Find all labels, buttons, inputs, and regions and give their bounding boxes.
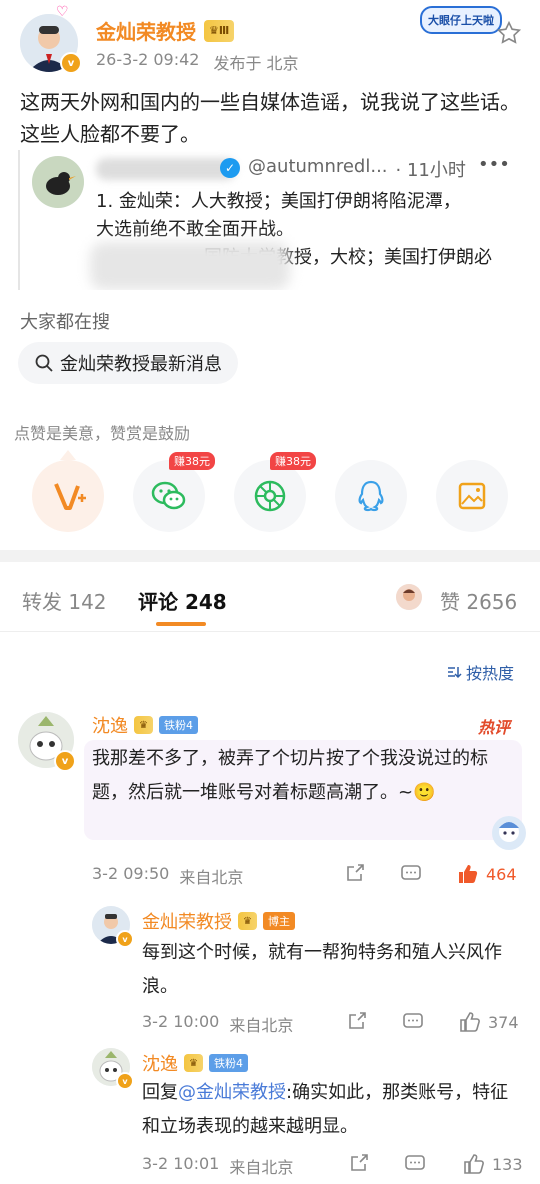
more-icon[interactable]: •••: [478, 154, 510, 175]
quoted-handle: @autumnredl...: [248, 156, 388, 177]
reply-location: 来自北京: [229, 1158, 294, 1177]
search-chip[interactable]: 金灿荣教授最新消息: [18, 342, 238, 384]
reply-author[interactable]: 金灿荣教授: [142, 908, 232, 934]
reply-time: 3-2 10:00: [142, 1012, 220, 1031]
tab-divider: [0, 631, 540, 632]
like-button[interactable]: 374: [458, 1010, 519, 1034]
sticker-badge: 大眼仔上天啦: [420, 6, 502, 34]
save-image-icon: [458, 482, 486, 510]
tab-repost[interactable]: 转发 142: [22, 586, 107, 615]
comment-icon: [403, 1013, 423, 1028]
comment-icon: [401, 865, 421, 880]
comment-time: 3-2 09:50: [92, 864, 170, 883]
quoted-verified-icon: ✓: [220, 158, 240, 178]
thumb-up-icon: [460, 1012, 480, 1032]
share-qq-button[interactable]: [335, 460, 407, 532]
search-icon: [35, 354, 53, 372]
quoted-avatar: [32, 156, 84, 208]
quoted-line-1: 1. 金灿荣：人大教授；美国打伊朗将陷泥潭，: [96, 191, 461, 212]
sort-icon: [448, 667, 462, 679]
like-button[interactable]: 464: [456, 862, 517, 886]
like-count: 464: [486, 864, 517, 884]
post-author-name[interactable]: 金灿荣教授: [96, 16, 196, 45]
verified-icon: v: [116, 1072, 134, 1090]
verified-icon: v: [60, 52, 82, 74]
reply-author[interactable]: 沈逸: [142, 1050, 178, 1076]
verified-icon: v: [116, 930, 134, 948]
qq-icon: [358, 480, 384, 512]
reward-button[interactable]: [32, 460, 104, 532]
earn-badge: 赚38元: [270, 452, 316, 470]
liker-avatar[interactable]: [396, 584, 422, 610]
section-divider: [0, 550, 540, 562]
fan-badge: 铁粉4: [158, 716, 198, 734]
share-button[interactable]: [344, 862, 366, 884]
post-body: 这两天外网和国内的一些自媒体造谣，说我说了这些话。这些人脸都不要了。: [20, 90, 520, 146]
reply-location: 来自北京: [229, 1016, 294, 1035]
tab-active-indicator: [156, 622, 206, 626]
post-location: 发布于 北京: [213, 54, 299, 73]
avatar-decoration: ♡: [56, 4, 69, 20]
wechat-icon: [151, 481, 186, 510]
reward-caption: 点赞是美意，赞赏是鼓励: [14, 424, 191, 443]
thumb-up-icon: [464, 1154, 484, 1174]
reward-v-icon: [54, 483, 86, 510]
fan-badge: 铁粉4: [208, 1054, 248, 1072]
host-badge: 博主: [262, 912, 295, 930]
share-icon: [347, 864, 364, 881]
reply-text: 每到这个时候，就有一帮狗特务和殖人兴风作浪。: [142, 942, 502, 997]
comment-author[interactable]: 沈逸: [92, 712, 128, 738]
reply-text: 回复@金灿荣教授:确实如此，那类账号，特征和立场表现的越来越明显。: [142, 1076, 512, 1144]
sort-button[interactable]: 按热度: [446, 660, 514, 684]
tab-likes[interactable]: 赞 2656: [440, 586, 517, 615]
share-moments-button[interactable]: 赚38元: [234, 452, 316, 532]
reply-button[interactable]: [402, 1010, 424, 1032]
level-crown-icon: ♛: [238, 912, 257, 930]
comment-icon: [405, 1155, 425, 1170]
share-icon: [349, 1012, 366, 1029]
post-time: 26-3-2 09:42: [96, 50, 200, 69]
level-crown-icon: ♛: [134, 716, 153, 734]
quoted-line-2: 大选前绝不敢全面开战。: [96, 219, 294, 240]
quoted-post-card[interactable]: ✓ @autumnredl... · 11小时 ••• 1. 金灿荣：人大教授；…: [18, 150, 520, 290]
reply-button[interactable]: [404, 1152, 426, 1174]
reply-button[interactable]: [400, 862, 422, 884]
save-image-button[interactable]: [436, 460, 508, 532]
search-chip-label: 金灿荣教授最新消息: [60, 354, 222, 375]
reply-time: 3-2 10:01: [142, 1154, 220, 1173]
like-count: 133: [492, 1154, 523, 1174]
mention-link[interactable]: @金灿荣教授: [178, 1082, 286, 1103]
share-button[interactable]: [346, 1010, 368, 1032]
level-crown-icon: ♛: [184, 1054, 203, 1072]
sort-label: 按热度: [466, 664, 515, 683]
comment-location: 来自北京: [179, 868, 244, 887]
quoted-time: · 11小时: [395, 160, 466, 181]
comment-text: 我那差不多了，被弄了个切片按了个我没说过的标题，然后就一堆账号对着标题高潮了。~…: [92, 748, 488, 803]
hot-comment-badge: 热评: [478, 718, 511, 737]
tab-comments[interactable]: 评论 248: [138, 586, 227, 615]
moments-icon: [254, 480, 286, 512]
share-icon: [351, 1154, 368, 1171]
verified-icon: v: [54, 750, 76, 772]
decor-sticker: [492, 816, 526, 850]
liked-thumb-icon: [459, 865, 478, 883]
share-wechat-button[interactable]: 赚38元: [133, 452, 215, 532]
level-badge: ♛ Ⅲ: [204, 19, 235, 42]
search-heading: 大家都在搜: [20, 312, 110, 333]
share-button[interactable]: [348, 1152, 370, 1174]
earn-badge: 赚38元: [169, 452, 215, 470]
like-button[interactable]: 133: [462, 1152, 523, 1176]
like-count: 374: [488, 1012, 519, 1032]
reply-prefix: 回复: [142, 1082, 178, 1103]
reward-pointer: [60, 450, 76, 460]
blurred-name: [96, 158, 236, 180]
favorite-star-icon[interactable]: [496, 20, 522, 50]
blurred-region: [90, 242, 290, 290]
